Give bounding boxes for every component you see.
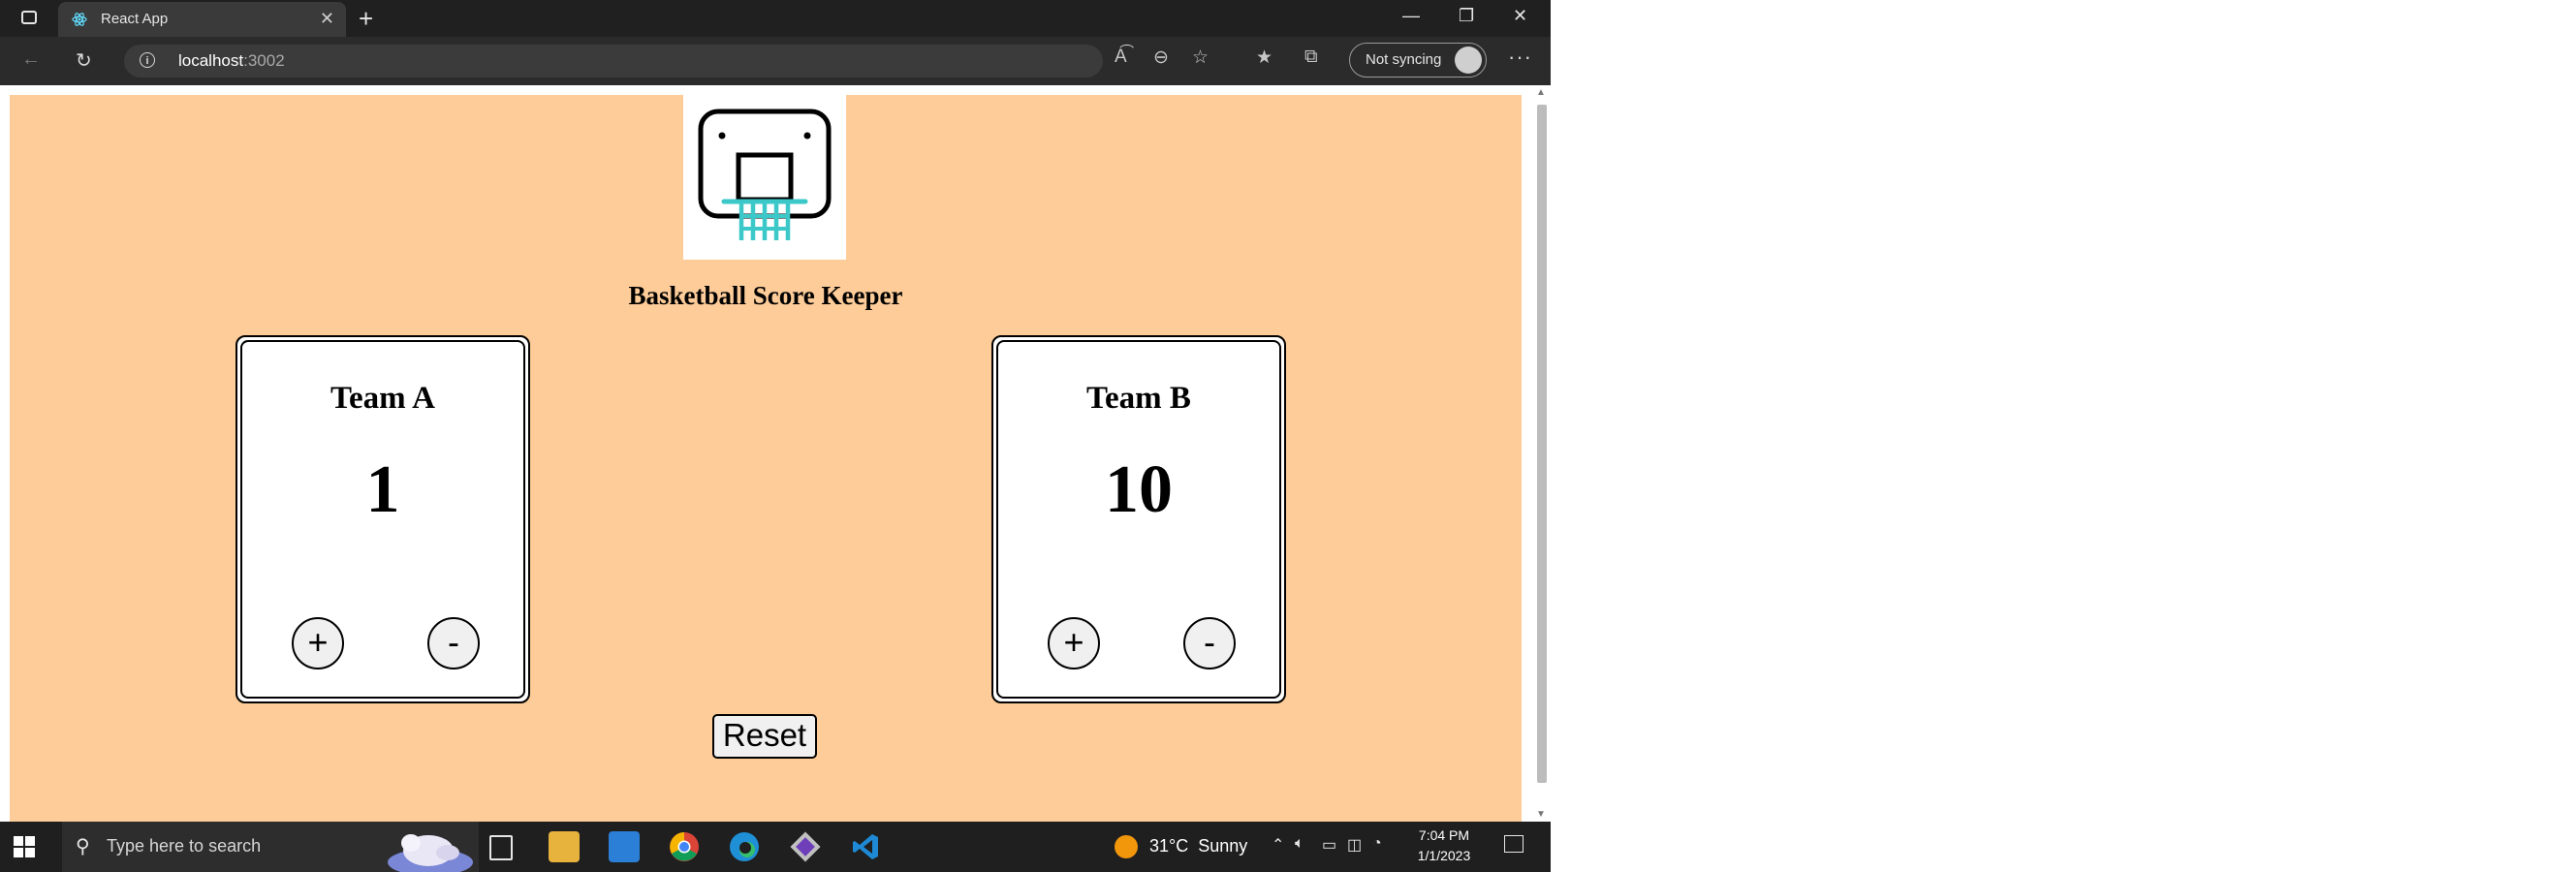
minimize-icon[interactable]: — [1402, 6, 1420, 26]
hidden-icons-chevron-icon[interactable]: ⌃ [1272, 835, 1284, 855]
clock-time: 7:04 PM [1418, 827, 1470, 843]
back-icon[interactable]: ← [21, 48, 41, 71]
team-a-minus-button[interactable]: - [427, 617, 480, 670]
sync-profile-button[interactable]: Not syncing [1349, 43, 1487, 78]
taskbar-clock[interactable]: 7:04 PM 1/1/2023 [1410, 825, 1478, 866]
read-aloud-icon[interactable]: A͡ [1115, 47, 1127, 68]
add-favorite-icon[interactable]: ☆ [1192, 47, 1209, 69]
avatar [1455, 47, 1482, 74]
react-favicon-icon [72, 13, 87, 26]
restore-icon[interactable]: ❐ [1459, 6, 1474, 26]
team-a-name: Team A [330, 381, 435, 416]
sync-label: Not syncing [1366, 51, 1442, 68]
search-icon: ⚲ [76, 836, 90, 857]
search-placeholder: Type here to search [107, 836, 262, 856]
team-b-name: Team B [1086, 381, 1191, 416]
close-window-icon[interactable]: ✕ [1513, 6, 1527, 26]
team-b-minus-button[interactable]: - [1183, 617, 1236, 670]
page-scrollbar[interactable]: ▲ ▼ [1531, 85, 1551, 822]
window-menu-icon[interactable] [21, 11, 37, 24]
tab-title: React App [101, 11, 169, 27]
file-explorer-icon[interactable] [549, 831, 580, 862]
page-title: Basketball Score Keeper [628, 281, 903, 310]
weather-desc: Sunny [1198, 835, 1248, 856]
sun-icon [1115, 835, 1138, 858]
search-highlight-illustration [388, 834, 473, 872]
collections-icon[interactable]: ⧉ [1304, 47, 1318, 68]
battery-icon[interactable]: ▭ [1322, 835, 1336, 855]
notifications-icon[interactable] [1504, 835, 1524, 853]
scrollbar-thumb[interactable] [1537, 105, 1547, 783]
team-b-score: 10 [1105, 452, 1173, 527]
new-tab-icon[interactable]: + [359, 4, 373, 34]
meet-now-icon[interactable]: ◫ [1347, 835, 1362, 855]
address-bar[interactable]: i localhost:3002 [124, 45, 1103, 78]
vscode-icon[interactable] [850, 831, 881, 862]
team-b-plus-button[interactable]: + [1048, 617, 1100, 670]
scroll-up-icon[interactable]: ▲ [1536, 87, 1546, 98]
clock-date: 1/1/2023 [1417, 848, 1471, 863]
network-icon[interactable]: ◔ [1372, 835, 1382, 853]
favorites-icon[interactable]: ★ [1256, 47, 1272, 69]
browser-nav-bar: ← ↻ i localhost:3002 A͡ ⊖ ☆ ★ ⧉ Not sync… [0, 37, 1551, 85]
windows-start-icon[interactable] [14, 836, 35, 857]
site-info-icon[interactable]: i [140, 52, 155, 68]
team-a-plus-button[interactable]: + [292, 617, 344, 670]
scroll-down-icon[interactable]: ▼ [1536, 809, 1546, 820]
url-text: localhost:3002 [178, 51, 285, 70]
browser-tab-bar: React App ✕ + — ❐ ✕ [0, 0, 1551, 37]
more-options-icon[interactable]: ··· [1508, 45, 1532, 70]
refresh-icon[interactable]: ↻ [76, 48, 92, 73]
task-view-icon[interactable] [489, 835, 513, 860]
reset-button[interactable]: Reset [712, 714, 817, 759]
chrome-icon[interactable] [669, 831, 700, 862]
page-viewport: Basketball Score Keeper Team A 1 + - Tea… [0, 85, 1531, 822]
team-a-card: Team A 1 + - [236, 335, 530, 703]
basketball-hoop-icon [698, 109, 832, 240]
app-background: Basketball Score Keeper Team A 1 + - Tea… [10, 95, 1522, 822]
volume-icon[interactable]: 🔈︎ [1295, 835, 1304, 853]
basketball-hoop-logo [683, 95, 846, 260]
git-tool-icon[interactable] [790, 831, 821, 862]
taskbar-search-box[interactable]: ⚲ Type here to search [62, 822, 479, 872]
close-tab-icon[interactable]: ✕ [320, 9, 334, 29]
team-a-score: 1 [365, 452, 400, 527]
tab-react-app[interactable]: React App ✕ [58, 2, 346, 37]
edge-icon[interactable] [729, 831, 760, 862]
weather-widget[interactable]: 31°C Sunny [1115, 835, 1247, 858]
weather-temp: 31°C [1149, 835, 1189, 856]
mail-icon[interactable] [609, 831, 640, 862]
zoom-out-icon[interactable]: ⊖ [1153, 47, 1169, 69]
team-b-card: Team B 10 + - [991, 335, 1286, 703]
windows-taskbar: ⚲ Type here to search 31°C Sunny ⌃ 🔈︎ ▭ … [0, 822, 1551, 872]
